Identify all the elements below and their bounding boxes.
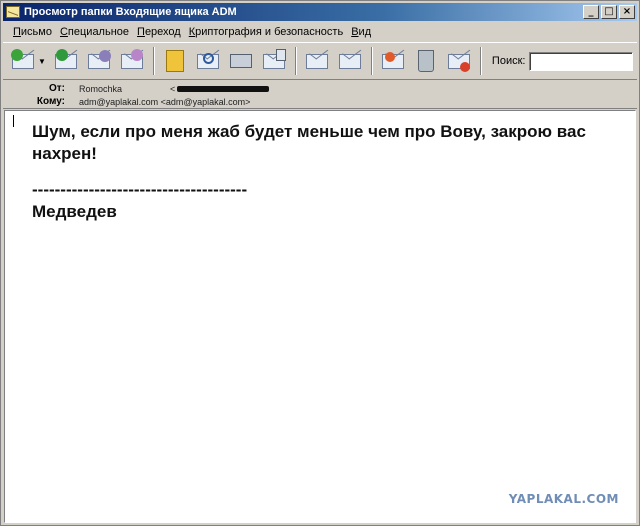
menu-item-go[interactable]: Переход xyxy=(137,26,181,38)
green-arrows-icon xyxy=(55,49,68,61)
green-arrow-icon xyxy=(11,49,23,61)
find-button[interactable] xyxy=(194,47,222,75)
toolbar-separator xyxy=(152,47,155,75)
dropdown-arrow-icon[interactable]: ▼ xyxy=(38,57,46,66)
address-book-button[interactable] xyxy=(161,47,189,75)
toolbar: ▼ Поиск: xyxy=(3,42,637,80)
menu-item-special[interactable]: Специальное xyxy=(60,26,129,38)
message-header: От: Romochka < Кому: adm@yaplakal.com <a… xyxy=(3,81,637,109)
delete-button[interactable] xyxy=(412,47,440,75)
from-bracket: < xyxy=(170,83,176,94)
mark-button[interactable] xyxy=(379,47,407,75)
print-button[interactable] xyxy=(227,47,255,75)
message-line: Шум, если про меня жаб будет меньше чем … xyxy=(32,122,586,163)
message-body[interactable]: Шум, если про меня жаб будет меньше чем … xyxy=(4,110,636,523)
page-icon xyxy=(275,49,286,61)
to-row: Кому: adm@yaplakal.com <adm@yaplakal.com… xyxy=(3,95,250,108)
maximize-button[interactable]: □ xyxy=(601,5,617,19)
previous-button[interactable] xyxy=(303,47,331,75)
to-label: Кому: xyxy=(36,96,65,107)
address-book-icon xyxy=(165,50,184,72)
toolbar-separator xyxy=(294,47,297,75)
menu-bar: Письмо Специальное Переход Криптография … xyxy=(3,22,637,41)
compose-button[interactable] xyxy=(118,47,146,75)
toolbar-separator xyxy=(370,47,373,75)
signature: Медведев xyxy=(32,202,117,221)
to-value[interactable]: adm@yaplakal.com <adm@yaplakal.com> xyxy=(79,97,250,107)
red-x-icon xyxy=(459,62,470,72)
magnifier-icon xyxy=(202,53,214,64)
trash-icon xyxy=(417,50,434,72)
envelope-icon xyxy=(6,6,20,18)
redacted-email xyxy=(177,85,270,92)
window-title: Просмотр папки Входящие ящика ADM xyxy=(24,6,237,18)
next-button[interactable] xyxy=(336,47,364,75)
forward-button[interactable] xyxy=(52,47,80,75)
view-button[interactable] xyxy=(260,47,288,75)
close-button[interactable]: × xyxy=(619,5,635,19)
menu-item-crypto[interactable]: Криптография и безопасность xyxy=(189,26,343,38)
menu-item-letter[interactable]: Письмо xyxy=(13,26,52,38)
get-mail-button[interactable] xyxy=(9,47,37,75)
pink-arrow-icon xyxy=(130,49,143,61)
orange-x-icon xyxy=(384,52,395,62)
search-label: Поиск: xyxy=(491,55,526,67)
from-label: От: xyxy=(48,83,65,94)
purple-arrow-icon xyxy=(98,50,111,62)
text-caret xyxy=(13,115,14,127)
print-icon xyxy=(229,54,252,68)
message-text: Шум, если про меня жаб будет меньше чем … xyxy=(32,121,602,237)
search-input[interactable] xyxy=(529,51,634,71)
watermark: YAPLAKAL.COM xyxy=(508,492,619,506)
minimize-button[interactable]: _ xyxy=(583,5,599,19)
signature-separator: -------------------------------------- xyxy=(32,180,248,199)
title-bar[interactable]: Просмотр папки Входящие ящика ADM _ □ × xyxy=(3,3,637,21)
mail-window: Просмотр папки Входящие ящика ADM _ □ × … xyxy=(0,0,640,526)
next-icon xyxy=(338,53,361,69)
from-row: От: Romochka < xyxy=(3,82,270,95)
reply-button[interactable] xyxy=(85,47,113,75)
from-name[interactable]: Romochka xyxy=(79,84,122,94)
spam-button[interactable] xyxy=(445,47,473,75)
menu-item-view[interactable]: Вид xyxy=(351,26,371,38)
prev-icon xyxy=(305,53,328,69)
toolbar-separator xyxy=(479,47,482,75)
